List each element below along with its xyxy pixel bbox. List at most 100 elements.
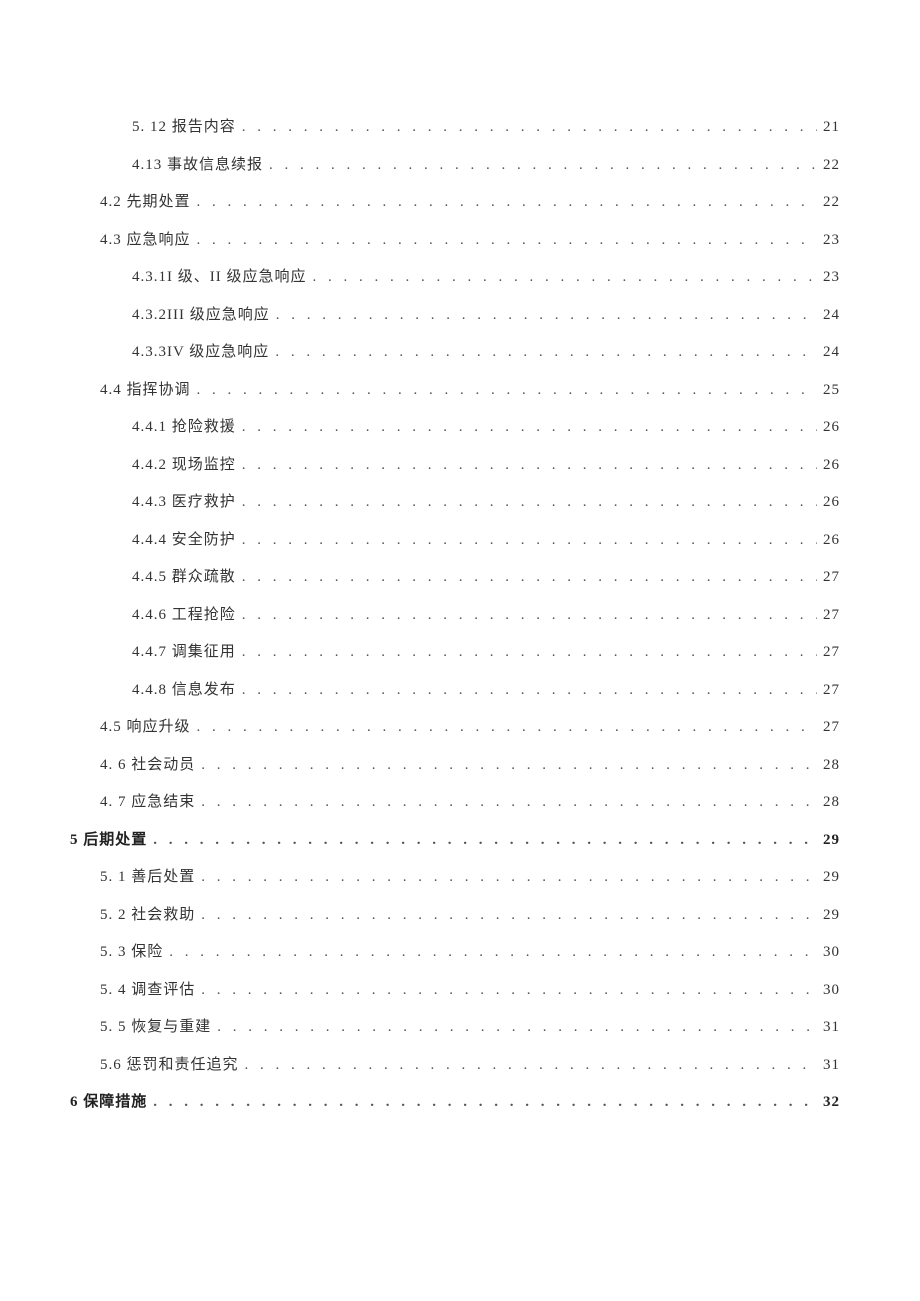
toc-entry-label: 5. 4 调查评估 — [100, 978, 195, 1002]
toc-entry-page: 31 — [823, 1053, 840, 1077]
toc-entry[interactable]: 4.4.4 安全防护 26 — [132, 528, 840, 552]
toc-entry[interactable]: 4.2 先期处置 22 — [100, 190, 840, 214]
toc-leader-dots — [201, 978, 817, 1002]
toc-entry-label: 4.4.2 现场监控 — [132, 453, 236, 477]
toc-entry[interactable]: 5.6 惩罚和责任追究 31 — [100, 1053, 840, 1077]
toc-leader-dots — [242, 528, 817, 552]
toc-entry-label: 5 后期处置 — [70, 828, 147, 852]
toc-entry-page: 30 — [823, 940, 840, 964]
toc-entry[interactable]: 5. 3 保险 30 — [100, 940, 840, 964]
toc-leader-dots — [197, 228, 817, 252]
toc-leader-dots — [275, 340, 817, 364]
toc-entry[interactable]: 6 保障措施 32 — [70, 1090, 840, 1114]
toc-leader-dots — [242, 453, 817, 477]
toc-leader-dots — [245, 1053, 817, 1077]
toc-entry-label: 4.13 事故信息续报 — [132, 153, 263, 177]
toc-entry-page: 26 — [823, 490, 840, 514]
toc-entry-page: 29 — [823, 903, 840, 927]
toc-leader-dots — [242, 415, 817, 439]
toc-entry-label: 4.3.2III 级应急响应 — [132, 303, 270, 327]
toc-entry-label: 4.4.1 抢险救援 — [132, 415, 236, 439]
toc-entry-page: 22 — [823, 190, 840, 214]
toc-entry-label: 4.5 响应升级 — [100, 715, 191, 739]
toc-entry-page: 31 — [823, 1015, 840, 1039]
toc-leader-dots — [269, 153, 817, 177]
toc-entry[interactable]: 5. 1 善后处置 29 — [100, 865, 840, 889]
toc-leader-dots — [201, 790, 817, 814]
toc-entry[interactable]: 4.4.8 信息发布 27 — [132, 678, 840, 702]
toc-leader-dots — [242, 640, 817, 664]
toc-entry-page: 28 — [823, 790, 840, 814]
toc-entry-label: 5.6 惩罚和责任追究 — [100, 1053, 239, 1077]
toc-entry-label: 4.3 应急响应 — [100, 228, 191, 252]
toc-entry[interactable]: 4. 7 应急结束 28 — [100, 790, 840, 814]
toc-entry-page: 26 — [823, 453, 840, 477]
toc-entry[interactable]: 4.3.2III 级应急响应24 — [132, 303, 840, 327]
toc-entry[interactable]: 4.3.3IV 级应急响应 24 — [132, 340, 840, 364]
toc-entry-label: 4. 6 社会动员 — [100, 753, 195, 777]
toc-entry-page: 27 — [823, 603, 840, 627]
toc-entry-page: 32 — [823, 1090, 840, 1114]
toc-entry[interactable]: 5. 2 社会救助 29 — [100, 903, 840, 927]
toc-entry[interactable]: 4. 6 社会动员 28 — [100, 753, 840, 777]
toc-entry-label: 4. 7 应急结束 — [100, 790, 195, 814]
toc-leader-dots — [242, 490, 817, 514]
toc-entry-page: 27 — [823, 715, 840, 739]
toc-leader-dots — [197, 378, 817, 402]
toc-entry[interactable]: 4.4 指挥协调 25 — [100, 378, 840, 402]
toc-entry[interactable]: 4.4.7 调集征用 27 — [132, 640, 840, 664]
toc-entry[interactable]: 4.4.3 医疗救护 26 — [132, 490, 840, 514]
toc-leader-dots — [313, 265, 818, 289]
toc-entry-label: 4.3.1I 级、II 级应急响应 — [132, 265, 307, 289]
toc-entry[interactable]: 4.4.6 工程抢险 27 — [132, 603, 840, 627]
toc-entry-label: 5. 1 善后处置 — [100, 865, 195, 889]
toc-entry-page: 27 — [823, 565, 840, 589]
toc-entry[interactable]: 4.5 响应升级 27 — [100, 715, 840, 739]
toc-leader-dots — [201, 753, 817, 777]
toc-entry[interactable]: 5. 5 恢复与重建31 — [100, 1015, 840, 1039]
toc-entry-page: 27 — [823, 678, 840, 702]
toc-entry-page: 30 — [823, 978, 840, 1002]
toc-entry-label: 4.4.6 工程抢险 — [132, 603, 236, 627]
toc-entry-label: 5. 2 社会救助 — [100, 903, 195, 927]
toc-entry[interactable]: 4.4.2 现场监控 26 — [132, 453, 840, 477]
toc-entry[interactable]: 5. 12 报告内容 21 — [132, 115, 840, 139]
toc-entry-label: 4.2 先期处置 — [100, 190, 191, 214]
toc-entry-page: 26 — [823, 528, 840, 552]
toc-entry-label: 4.4.3 医疗救护 — [132, 490, 236, 514]
table-of-contents: 5. 12 报告内容 21 4.13 事故信息续报 22 4.2 先期处置 22 4.3 应… — [70, 115, 840, 1114]
toc-leader-dots — [242, 603, 817, 627]
toc-entry-label: 4.4.8 信息发布 — [132, 678, 236, 702]
toc-leader-dots — [197, 190, 817, 214]
toc-entry-page: 23 — [823, 228, 840, 252]
toc-entry[interactable]: 4.3 应急响应 23 — [100, 228, 840, 252]
toc-entry-label: 4.4.7 调集征用 — [132, 640, 236, 664]
toc-entry-label: 5. 12 报告内容 — [132, 115, 236, 139]
toc-entry-page: 29 — [823, 865, 840, 889]
toc-entry-page: 22 — [823, 153, 840, 177]
toc-entry-page: 21 — [823, 115, 840, 139]
toc-entry-label: 6 保障措施 — [70, 1090, 147, 1114]
toc-entry-page: 26 — [823, 415, 840, 439]
toc-entry[interactable]: 4.3.1I 级、II 级应急响应 23 — [132, 265, 840, 289]
toc-leader-dots — [242, 565, 817, 589]
toc-entry-page: 25 — [823, 378, 840, 402]
toc-entry[interactable]: 5 后期处置29 — [70, 828, 840, 852]
toc-entry-label: 5. 3 保险 — [100, 940, 163, 964]
toc-leader-dots — [197, 715, 817, 739]
toc-entry[interactable]: 4.4.1 抢险救援 26 — [132, 415, 840, 439]
toc-entry[interactable]: 4.4.5 群众疏散27 — [132, 565, 840, 589]
toc-entry[interactable]: 4.13 事故信息续报 22 — [132, 153, 840, 177]
toc-entry-label: 4.4.4 安全防护 — [132, 528, 236, 552]
toc-entry-page: 23 — [823, 265, 840, 289]
toc-entry-page: 24 — [823, 340, 840, 364]
toc-entry[interactable]: 5. 4 调查评估 30 — [100, 978, 840, 1002]
toc-leader-dots — [242, 115, 817, 139]
toc-leader-dots — [201, 903, 817, 927]
toc-entry-label: 4.4 指挥协调 — [100, 378, 191, 402]
toc-entry-page: 28 — [823, 753, 840, 777]
toc-leader-dots — [217, 1015, 817, 1039]
toc-entry-label: 4.3.3IV 级应急响应 — [132, 340, 269, 364]
toc-entry-page: 27 — [823, 640, 840, 664]
toc-leader-dots — [276, 303, 817, 327]
